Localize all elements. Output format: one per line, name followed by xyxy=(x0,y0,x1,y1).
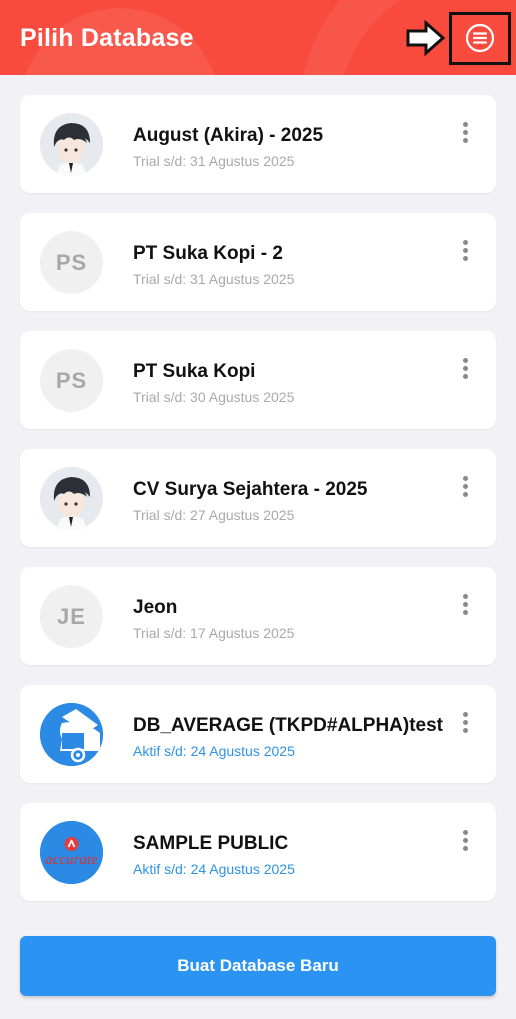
database-name: PT Suka Kopi xyxy=(133,361,256,382)
database-status: Aktif s/d: 24 Agustus 2025 xyxy=(133,743,295,759)
more-options-icon[interactable] xyxy=(460,476,470,500)
more-options-icon[interactable] xyxy=(460,594,470,618)
database-card[interactable]: PS PT Suka Kopi - 2 Trial s/d: 31 Agustu… xyxy=(20,213,496,311)
more-options-icon[interactable] xyxy=(460,830,470,854)
database-name: CV Surya Sejahtera - 2025 xyxy=(133,479,368,500)
avatar xyxy=(40,467,103,530)
anime-avatar-image xyxy=(40,467,103,530)
avatar: accurate xyxy=(40,821,103,884)
database-card[interactable]: JE Jeon Trial s/d: 17 Agustus 2025 xyxy=(20,567,496,665)
database-name: August (Akira) - 2025 xyxy=(133,125,324,146)
database-list: August (Akira) - 2025 Trial s/d: 31 Agus… xyxy=(20,95,496,921)
more-options-icon[interactable] xyxy=(460,240,470,264)
database-status: Trial s/d: 30 Agustus 2025 xyxy=(133,389,295,405)
more-options-icon[interactable] xyxy=(460,712,470,736)
create-database-button[interactable]: Buat Database Baru xyxy=(20,936,496,996)
anime-avatar-image xyxy=(40,113,103,176)
avatar: PS xyxy=(40,349,103,412)
database-card[interactable]: DB_AVERAGE (TKPD#ALPHA)test Aktif s/d: 2… xyxy=(20,685,496,783)
page-title: Pilih Database xyxy=(20,24,194,52)
svg-text:accurate: accurate xyxy=(45,852,98,868)
hamburger-menu-icon[interactable] xyxy=(465,23,495,53)
database-card[interactable]: PS PT Suka Kopi Trial s/d: 30 Agustus 20… xyxy=(20,331,496,429)
database-card[interactable]: CV Surya Sejahtera - 2025 Trial s/d: 27 … xyxy=(20,449,496,547)
database-name: PT Suka Kopi - 2 xyxy=(133,243,283,264)
truck-logo-icon xyxy=(40,703,103,766)
database-status: Trial s/d: 31 Agustus 2025 xyxy=(133,153,295,169)
database-status: Trial s/d: 17 Agustus 2025 xyxy=(133,625,295,641)
accurate-logo-icon: accurate xyxy=(40,821,103,884)
database-status: Aktif s/d: 24 Agustus 2025 xyxy=(133,861,295,877)
more-options-icon[interactable] xyxy=(460,122,470,146)
arrow-right-icon xyxy=(406,20,446,56)
avatar xyxy=(40,703,103,766)
avatar: JE xyxy=(40,585,103,648)
database-name: Jeon xyxy=(133,597,178,618)
more-options-icon[interactable] xyxy=(460,358,470,382)
database-card[interactable]: accurate SAMPLE PUBLIC Aktif s/d: 24 Agu… xyxy=(20,803,496,901)
database-name: SAMPLE PUBLIC xyxy=(133,833,289,854)
database-name: DB_AVERAGE (TKPD#ALPHA)test xyxy=(133,715,444,736)
avatar: PS xyxy=(40,231,103,294)
avatar xyxy=(40,113,103,176)
database-status: Trial s/d: 31 Agustus 2025 xyxy=(133,271,295,287)
database-status: Trial s/d: 27 Agustus 2025 xyxy=(133,507,295,523)
database-card[interactable]: August (Akira) - 2025 Trial s/d: 31 Agus… xyxy=(20,95,496,193)
